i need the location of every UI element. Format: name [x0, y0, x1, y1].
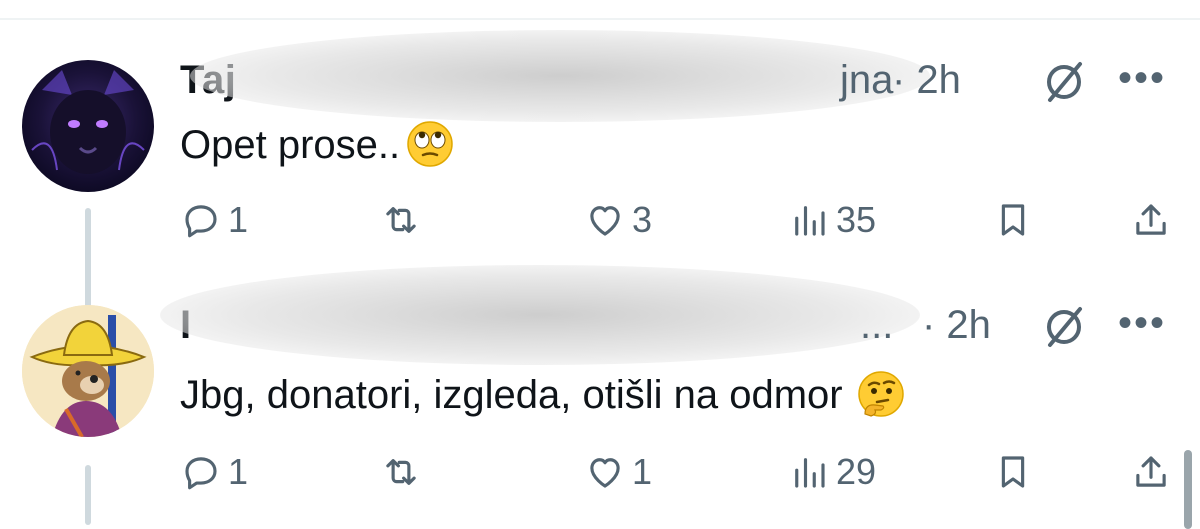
- thread-line: [85, 465, 91, 525]
- view-count: 29: [836, 451, 877, 492]
- reply-icon: [185, 205, 217, 238]
- views-chart-icon: [795, 206, 825, 236]
- heart-icon: [590, 458, 620, 488]
- reply-icon: [185, 457, 217, 490]
- share-button[interactable]: [1130, 447, 1172, 497]
- redacted-name-handle: [160, 265, 920, 365]
- like-count: 1: [632, 451, 653, 492]
- face-with-rolling-eyes-icon: [407, 121, 453, 167]
- handle-fragment[interactable]: ...: [860, 303, 893, 348]
- reply-button[interactable]: 1: [180, 195, 248, 245]
- reply-count: 1: [228, 199, 249, 240]
- timestamp[interactable]: · 2h: [892, 58, 961, 103]
- like-button[interactable]: 3: [584, 195, 652, 245]
- like-button[interactable]: 1: [584, 447, 652, 497]
- grok-icon[interactable]: [1040, 303, 1088, 351]
- scrollbar[interactable]: [1184, 450, 1192, 529]
- bookmark-button[interactable]: [992, 195, 1034, 245]
- repost-icon: [386, 459, 416, 485]
- repost-icon: [386, 207, 416, 233]
- like-count: 3: [632, 199, 653, 240]
- avatar[interactable]: [22, 305, 154, 437]
- tweet-header: Taj jna · 2h: [180, 30, 1000, 122]
- repost-button[interactable]: [380, 447, 422, 497]
- tweet-text-content: Opet prose..: [180, 123, 401, 167]
- avatar[interactable]: [22, 60, 154, 192]
- handle-fragment[interactable]: jna: [840, 58, 893, 103]
- tweet-text: Opet prose..: [180, 120, 454, 168]
- tweet-2[interactable]: I ... · 2h ••• Jbg, donatori, izgleda, o…: [0, 265, 1200, 525]
- heart-icon: [590, 206, 620, 236]
- share-icon: [1136, 456, 1166, 487]
- reply-button[interactable]: 1: [180, 447, 248, 497]
- tweet-actions: 1 1 29: [180, 447, 1170, 497]
- tweet-actions: 1 3 35: [180, 195, 1170, 245]
- share-icon: [1136, 204, 1166, 235]
- bookmark-icon: [1001, 456, 1025, 488]
- redacted-name-handle: [190, 30, 930, 122]
- views-chart-icon: [795, 458, 825, 488]
- more-options-icon[interactable]: •••: [1118, 58, 1166, 98]
- tweet-header: I ... · 2h: [160, 265, 1000, 365]
- top-divider: [0, 18, 1200, 20]
- bookmark-button[interactable]: [992, 447, 1034, 497]
- tweet-text: Jbg, donatori, izgleda, otišli na odmor: [180, 370, 905, 418]
- more-options-icon[interactable]: •••: [1118, 303, 1166, 343]
- view-count: 35: [836, 199, 877, 240]
- views-button[interactable]: 35: [788, 195, 876, 245]
- share-button[interactable]: [1130, 195, 1172, 245]
- tweet-text-content: Jbg, donatori, izgleda, otišli na odmor: [180, 373, 843, 417]
- tweet-1[interactable]: Taj jna · 2h ••• Opet prose.. 1: [0, 30, 1200, 308]
- timestamp[interactable]: · 2h: [922, 303, 991, 348]
- bookmark-icon: [1001, 204, 1025, 236]
- views-button[interactable]: 29: [788, 447, 876, 497]
- grok-icon[interactable]: [1040, 58, 1088, 106]
- thinking-face-icon: [857, 371, 904, 417]
- repost-button[interactable]: [380, 195, 422, 245]
- reply-count: 1: [228, 451, 249, 492]
